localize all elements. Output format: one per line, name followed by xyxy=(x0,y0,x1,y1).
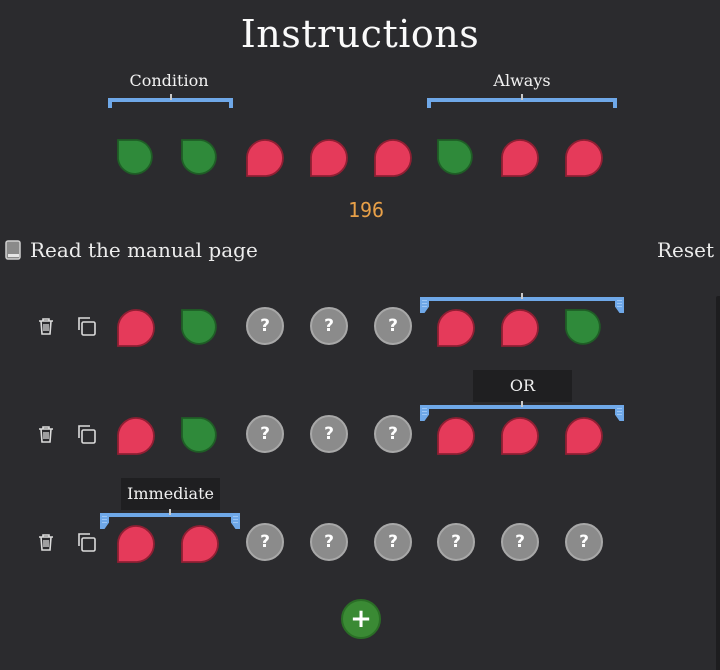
red-drop-slot[interactable] xyxy=(436,304,476,350)
always-bracket xyxy=(427,94,617,108)
unknown-slot[interactable]: ? xyxy=(246,523,284,561)
row-3-selection-bracket[interactable] xyxy=(100,509,240,529)
condition-bracket xyxy=(108,94,233,108)
manual-link-text: Read the manual page xyxy=(30,238,258,262)
unknown-slot[interactable]: ? xyxy=(310,307,348,345)
green-drop-slot[interactable] xyxy=(180,304,220,350)
unknown-slot[interactable]: ? xyxy=(374,415,412,453)
red-drop-slot[interactable] xyxy=(500,304,540,350)
add-row-button[interactable]: + xyxy=(341,599,381,639)
red-drop-slot[interactable] xyxy=(564,412,604,458)
red-drop-slot[interactable] xyxy=(180,520,220,566)
green-drop-slot[interactable] xyxy=(564,304,604,350)
unknown-slot[interactable]: ? xyxy=(310,415,348,453)
red-drop-slot[interactable] xyxy=(116,304,156,350)
trash-icon[interactable] xyxy=(34,422,58,446)
trash-icon[interactable] xyxy=(34,530,58,554)
manual-link[interactable]: Read the manual page xyxy=(4,238,258,262)
red-drop-slot[interactable] xyxy=(116,520,156,566)
example-red-drop xyxy=(245,134,285,180)
reset-button[interactable]: Reset xyxy=(657,238,714,262)
trash-icon[interactable] xyxy=(34,314,58,338)
red-drop-slot[interactable] xyxy=(500,412,540,458)
example-green-drop xyxy=(436,134,476,180)
red-drop-slot[interactable] xyxy=(436,412,476,458)
example-green-drop xyxy=(116,134,156,180)
row-3-tooltip: Immediate xyxy=(121,478,220,510)
scrollbar[interactable] xyxy=(716,296,720,670)
example-red-drop xyxy=(309,134,349,180)
unknown-slot[interactable]: ? xyxy=(437,523,475,561)
condition-label: Condition xyxy=(129,71,209,90)
example-green-drop xyxy=(180,134,220,180)
copy-icon[interactable] xyxy=(75,422,99,446)
green-drop-slot[interactable] xyxy=(180,412,220,458)
unknown-slot[interactable]: ? xyxy=(374,523,412,561)
copy-icon[interactable] xyxy=(75,314,99,338)
unknown-slot[interactable]: ? xyxy=(246,415,284,453)
row-1-selection-bracket[interactable] xyxy=(420,293,624,313)
unknown-slot[interactable]: ? xyxy=(565,523,603,561)
copy-icon[interactable] xyxy=(75,530,99,554)
example-red-drop xyxy=(500,134,540,180)
book-icon xyxy=(4,239,22,261)
score-value: 196 xyxy=(347,198,385,222)
row-2-tooltip: OR xyxy=(473,370,572,402)
example-red-drop xyxy=(564,134,604,180)
page-title: Instructions xyxy=(240,12,480,56)
unknown-slot[interactable]: ? xyxy=(501,523,539,561)
unknown-slot[interactable]: ? xyxy=(310,523,348,561)
unknown-slot[interactable]: ? xyxy=(246,307,284,345)
always-label: Always xyxy=(493,71,551,90)
example-red-drop xyxy=(373,134,413,180)
unknown-slot[interactable]: ? xyxy=(374,307,412,345)
red-drop-slot[interactable] xyxy=(116,412,156,458)
row-2-selection-bracket[interactable] xyxy=(420,401,624,421)
